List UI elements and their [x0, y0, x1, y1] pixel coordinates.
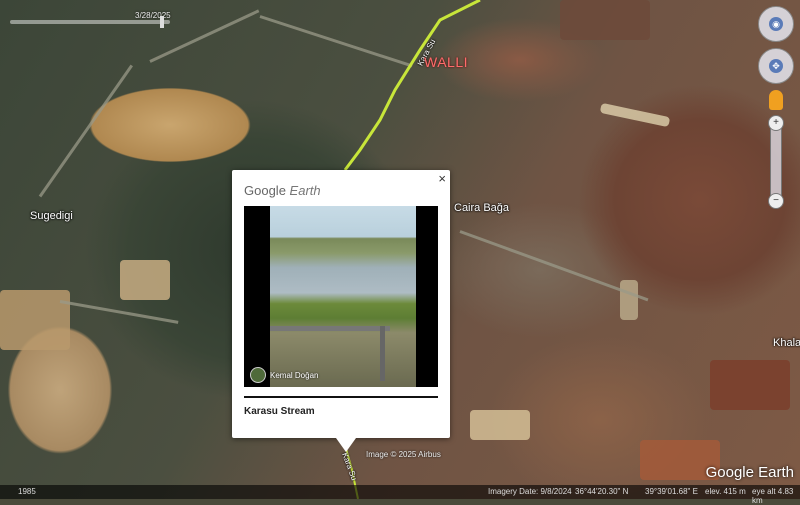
elevation: elev. 415 m	[705, 487, 746, 496]
zoom-out-button[interactable]: −	[768, 193, 784, 209]
logo-google: Google	[244, 183, 286, 198]
photo-pipe-vertical	[380, 326, 385, 381]
author-name: Kemal Doğan	[270, 370, 319, 380]
navigation-controls: ◉ ✥ + −	[758, 6, 794, 209]
imagery-copyright: Image © 2025 Airbus	[366, 450, 441, 459]
placemark-balloon: Google Earth × Kemal Doğan Karasu Stream	[232, 170, 450, 452]
label-khala: Khala	[773, 337, 800, 349]
street-view-pegman-icon[interactable]	[769, 90, 783, 110]
status-bar: 1985 Imagery Date: 9/8/2024 36°44'20.30"…	[0, 485, 800, 505]
historical-timeline[interactable]: 3/28/2025	[10, 11, 171, 28]
longitude: 39°39'01.68" E	[645, 487, 698, 496]
avatar	[250, 367, 266, 383]
zoom-in-button[interactable]: +	[768, 115, 784, 131]
look-control[interactable]: ◉	[758, 6, 794, 42]
photo-caption: Karasu Stream	[244, 406, 315, 417]
imagery-date: Imagery Date: 9/8/2024	[488, 487, 572, 496]
move-icon: ✥	[769, 59, 783, 73]
label-caira-baga: Caira Bağa	[454, 202, 510, 214]
label-walli: WALLI	[424, 54, 468, 70]
caption-divider	[244, 396, 438, 398]
google-earth-watermark: Google Earth	[705, 464, 794, 481]
eye-altitude: eye alt 4.83 km	[752, 487, 794, 505]
label-sugedigi: Sugedigi	[30, 210, 73, 222]
timeline-date: 3/28/2025	[135, 11, 171, 20]
timeline-handle[interactable]	[160, 16, 164, 28]
logo-earth: Earth	[289, 183, 321, 198]
photo-pipe	[270, 326, 390, 331]
move-control[interactable]: ✥	[758, 48, 794, 84]
zoom-slider[interactable]: + −	[768, 115, 784, 209]
stream-photo-image	[270, 206, 416, 387]
latitude: 36°44'20.30" N	[575, 487, 629, 496]
status-year: 1985	[18, 487, 36, 496]
user-photo[interactable]: Kemal Doğan	[244, 206, 438, 387]
eye-icon: ◉	[769, 17, 783, 31]
timeline-track[interactable]	[10, 20, 170, 24]
photo-author[interactable]: Kemal Doğan	[250, 367, 318, 383]
google-earth-logo: Google Earth	[244, 183, 321, 198]
close-button[interactable]: ×	[438, 171, 446, 186]
